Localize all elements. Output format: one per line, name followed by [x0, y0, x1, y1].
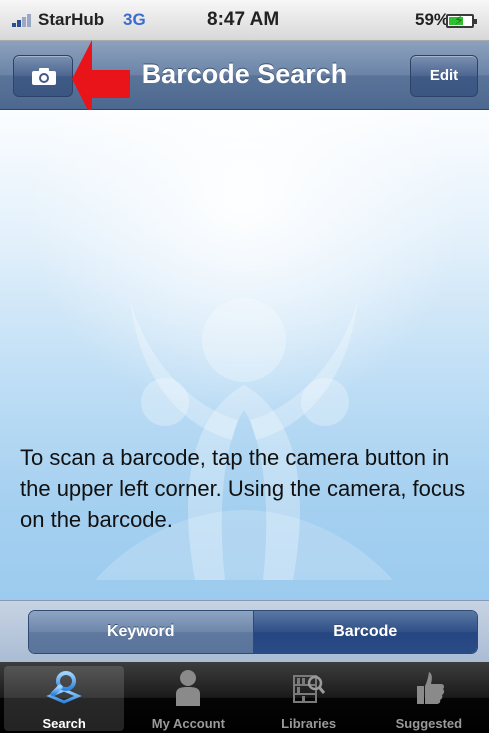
tab-label-suggested: Suggested	[395, 716, 463, 731]
segment-keyword[interactable]: Keyword	[29, 611, 254, 653]
edit-button[interactable]: Edit	[410, 55, 478, 97]
carrier-name: StarHub	[38, 10, 105, 29]
tab-label-libraries: Libraries	[281, 716, 337, 731]
content-area: To scan a barcode, tap the camera button…	[0, 110, 489, 600]
search-mode-segmented-control: Keyword Barcode	[28, 610, 478, 654]
signal-strength-icon	[12, 13, 36, 27]
tab-search[interactable]: Search	[4, 666, 125, 731]
phone-screen: StarHub 3G 8:47 AM 59% ⚡ Barcode Search …	[0, 0, 489, 733]
search-mode-bar: Keyword Barcode	[0, 600, 489, 663]
thumbs-up-icon	[416, 672, 444, 704]
network-type: 3G	[123, 10, 146, 29]
tab-libraries[interactable]: Libraries	[249, 662, 369, 733]
tab-bar: Search My Account Libraries Suggested	[0, 662, 489, 733]
person-icon	[176, 670, 201, 706]
status-bar: StarHub 3G 8:47 AM 59% ⚡	[0, 0, 489, 41]
magnifier-book-icon	[46, 671, 82, 704]
tab-label-search: Search	[42, 716, 86, 731]
battery-percent: 59%	[415, 10, 450, 29]
status-time: 8:47 AM	[207, 9, 280, 30]
battery-icon: ⚡	[446, 12, 477, 28]
segment-barcode[interactable]: Barcode	[253, 611, 477, 653]
scan-instructions: To scan a barcode, tap the camera button…	[20, 445, 466, 532]
tab-label-my-account: My Account	[151, 716, 225, 731]
annotation-arrow	[72, 40, 130, 118]
shelf-search-icon	[292, 675, 325, 703]
tab-my-account[interactable]: My Account	[128, 662, 248, 733]
tab-suggested[interactable]: Suggested	[369, 662, 489, 733]
